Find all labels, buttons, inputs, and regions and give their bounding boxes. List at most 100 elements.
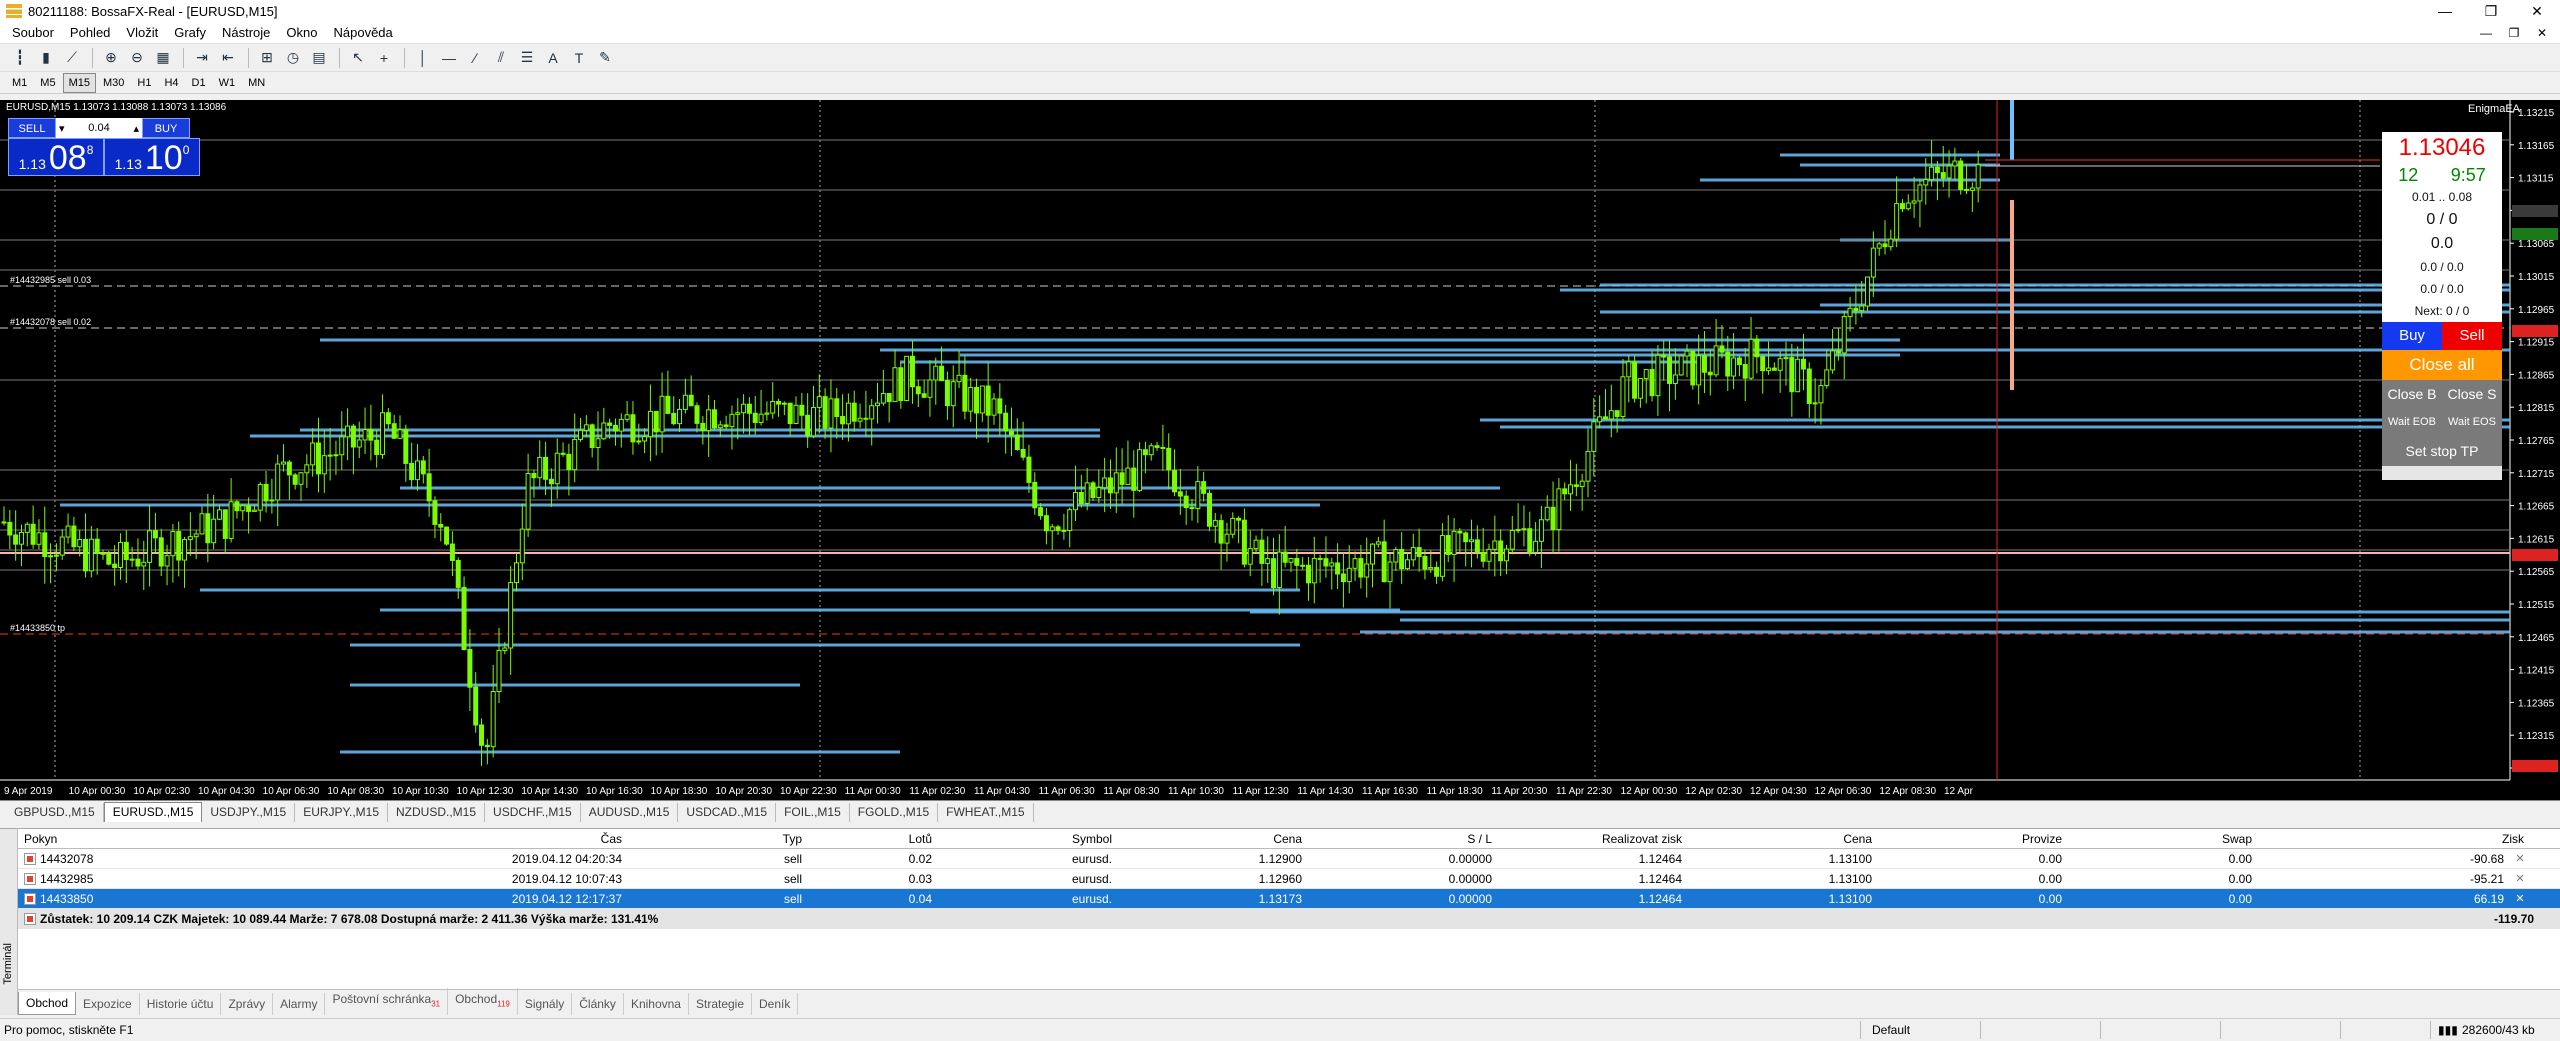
tab-trade[interactable]: Obchod [18,992,77,1015]
bar-chart-icon[interactable]: ┇ [8,47,32,69]
chart-canvas[interactable]: 1.132151.131651.131151.130861.130651.130… [0,100,2560,800]
ea-sell-button[interactable]: Sell [2442,322,2502,350]
ea-close-sell-button[interactable]: Close S [2447,380,2496,408]
close-order-icon[interactable]: ✕ [2510,892,2530,905]
timeframe-mn[interactable]: MN [242,73,271,93]
tab-library[interactable]: Knihovna [624,993,689,1015]
menu-window[interactable]: Okno [278,22,325,44]
chart-tab[interactable]: GBPUSD.,M15 [6,803,104,822]
tab-account-history[interactable]: Historie účtu [140,993,222,1015]
one-click-sell-button[interactable]: SELL [8,118,56,138]
chart-shift-icon[interactable]: ⇤ [216,47,240,69]
vertical-line-icon[interactable]: │ [411,47,435,69]
close-order-icon[interactable]: ✕ [2510,852,2530,865]
chart-tab[interactable]: FWHEAT.,M15 [938,803,1034,822]
channel-icon[interactable]: ⫽ [489,47,513,69]
chart-tab[interactable]: USDCAD.,M15 [678,803,777,822]
fibonacci-icon[interactable]: ☰ [515,47,539,69]
col-symbol[interactable]: Symbol [938,832,1118,846]
line-chart-icon[interactable]: ⟋ [60,47,84,69]
tab-exposure[interactable]: Expozice [76,993,140,1015]
ea-wait-eos-button[interactable]: Wait EOS [2448,408,2496,436]
ask-price-button[interactable]: 1.13 10 0 [104,138,200,176]
lot-size-input[interactable]: ▾ 0.04 ▴ [56,118,142,138]
tab-mailbox[interactable]: Poštovní schránka31 [325,987,449,1015]
timeframe-h1[interactable]: H1 [131,73,157,93]
tile-windows-icon[interactable]: ▦ [151,47,175,69]
crosshair-icon[interactable]: + [372,47,396,69]
chart-tab-active[interactable]: EURUSD.,M15 [103,802,203,822]
tab-alerts[interactable]: Alarmy [273,993,326,1015]
ea-close-buy-button[interactable]: Close B [2387,380,2436,408]
chart-tab[interactable]: FOIL.,M15 [776,803,850,822]
text-icon[interactable]: A [541,47,565,69]
menu-help[interactable]: Nápověda [326,22,401,44]
close-icon[interactable]: ✕ [2514,0,2560,22]
candle-chart-icon[interactable]: ▮ [34,47,58,69]
menu-file[interactable]: Soubor [0,22,62,44]
ea-wait-eob-button[interactable]: Wait EOB [2388,408,2436,436]
mdi-restore-icon[interactable]: ❐ [2500,22,2528,44]
chart-tab[interactable]: NZDUSD.,M15 [388,803,486,822]
table-row-selected[interactable]: 14433850 2019.04.12 12:17:37 sell 0.04 e… [18,889,2560,909]
lot-increase-icon[interactable]: ▴ [133,122,139,135]
text-label-icon[interactable]: T [567,47,591,69]
timeframe-m15[interactable]: M15 [62,72,96,93]
col-order[interactable]: Pokyn [18,832,248,846]
restore-icon[interactable]: ❐ [2468,0,2514,22]
tab-journal[interactable]: Deník [752,993,799,1015]
timeframe-h4[interactable]: H4 [158,73,184,93]
bid-price-button[interactable]: 1.13 08 8 [8,138,104,176]
minimize-icon[interactable]: — [2422,0,2468,22]
zoom-in-icon[interactable]: ⊕ [99,47,123,69]
col-profit[interactable]: Zisk [2258,832,2530,846]
tab-market[interactable]: Obchod119 [448,987,518,1015]
close-order-icon[interactable]: ✕ [2510,872,2530,885]
timeframe-d1[interactable]: D1 [186,73,212,93]
horizontal-line-icon[interactable]: — [437,47,461,69]
ea-set-stop-tp-button[interactable]: Set stop TP [2382,436,2502,466]
trendline-icon[interactable]: ∕ [463,47,487,69]
table-row[interactable]: 14432078 2019.04.12 04:20:34 sell 0.02 e… [18,849,2560,869]
col-commission[interactable]: Provize [1878,832,2068,846]
tab-news[interactable]: Zprávy [221,993,274,1015]
col-cur-price[interactable]: Cena [1688,832,1878,846]
tab-signals[interactable]: Signály [518,993,573,1015]
mdi-close-icon[interactable]: ✕ [2528,22,2556,44]
table-row[interactable]: 14432985 2019.04.12 10:07:43 sell 0.03 e… [18,869,2560,889]
ea-buy-button[interactable]: Buy [2382,322,2442,350]
timeframe-m1[interactable]: M1 [6,73,33,93]
menu-charts[interactable]: Grafy [166,22,214,44]
chart-tab[interactable]: USDJPY.,M15 [202,803,296,822]
ea-close-all-button[interactable]: Close all [2382,350,2502,380]
menu-tools[interactable]: Nástroje [214,22,278,44]
chart-tab[interactable]: USDCHF.,M15 [485,803,581,822]
col-time[interactable]: Čas [248,832,628,846]
menu-insert[interactable]: Vložit [118,22,166,44]
col-lots[interactable]: Lotů [808,832,938,846]
timeframe-m5[interactable]: M5 [34,73,61,93]
shapes-icon[interactable]: ✎ [593,47,617,69]
chart-tab[interactable]: AUDUSD.,M15 [581,803,679,822]
tab-strategy[interactable]: Strategie [689,993,753,1015]
col-swap[interactable]: Swap [2068,832,2258,846]
timeframe-w1[interactable]: W1 [213,73,242,93]
tab-articles[interactable]: Články [572,993,624,1015]
cursor-icon[interactable]: ↖ [346,47,370,69]
templates-icon[interactable]: ▤ [307,47,331,69]
chart-tab[interactable]: FGOLD.,M15 [850,803,939,822]
zoom-out-icon[interactable]: ⊖ [125,47,149,69]
col-type[interactable]: Typ [628,832,808,846]
auto-scroll-icon[interactable]: ⇥ [190,47,214,69]
col-price[interactable]: Cena [1118,832,1308,846]
price-chart[interactable]: 1.132151.131651.131151.130861.130651.130… [0,100,2560,800]
mdi-minimize-icon[interactable]: — [2472,22,2500,44]
one-click-buy-button[interactable]: BUY [142,118,190,138]
col-sl[interactable]: S / L [1308,832,1498,846]
menu-view[interactable]: Pohled [62,22,118,44]
indicators-icon[interactable]: ⊞ [255,47,279,69]
col-tp[interactable]: Realizovat zisk [1498,832,1688,846]
chart-tab[interactable]: EURJPY.,M15 [295,803,389,822]
lot-decrease-icon[interactable]: ▾ [59,122,65,135]
periods-icon[interactable]: ◷ [281,47,305,69]
